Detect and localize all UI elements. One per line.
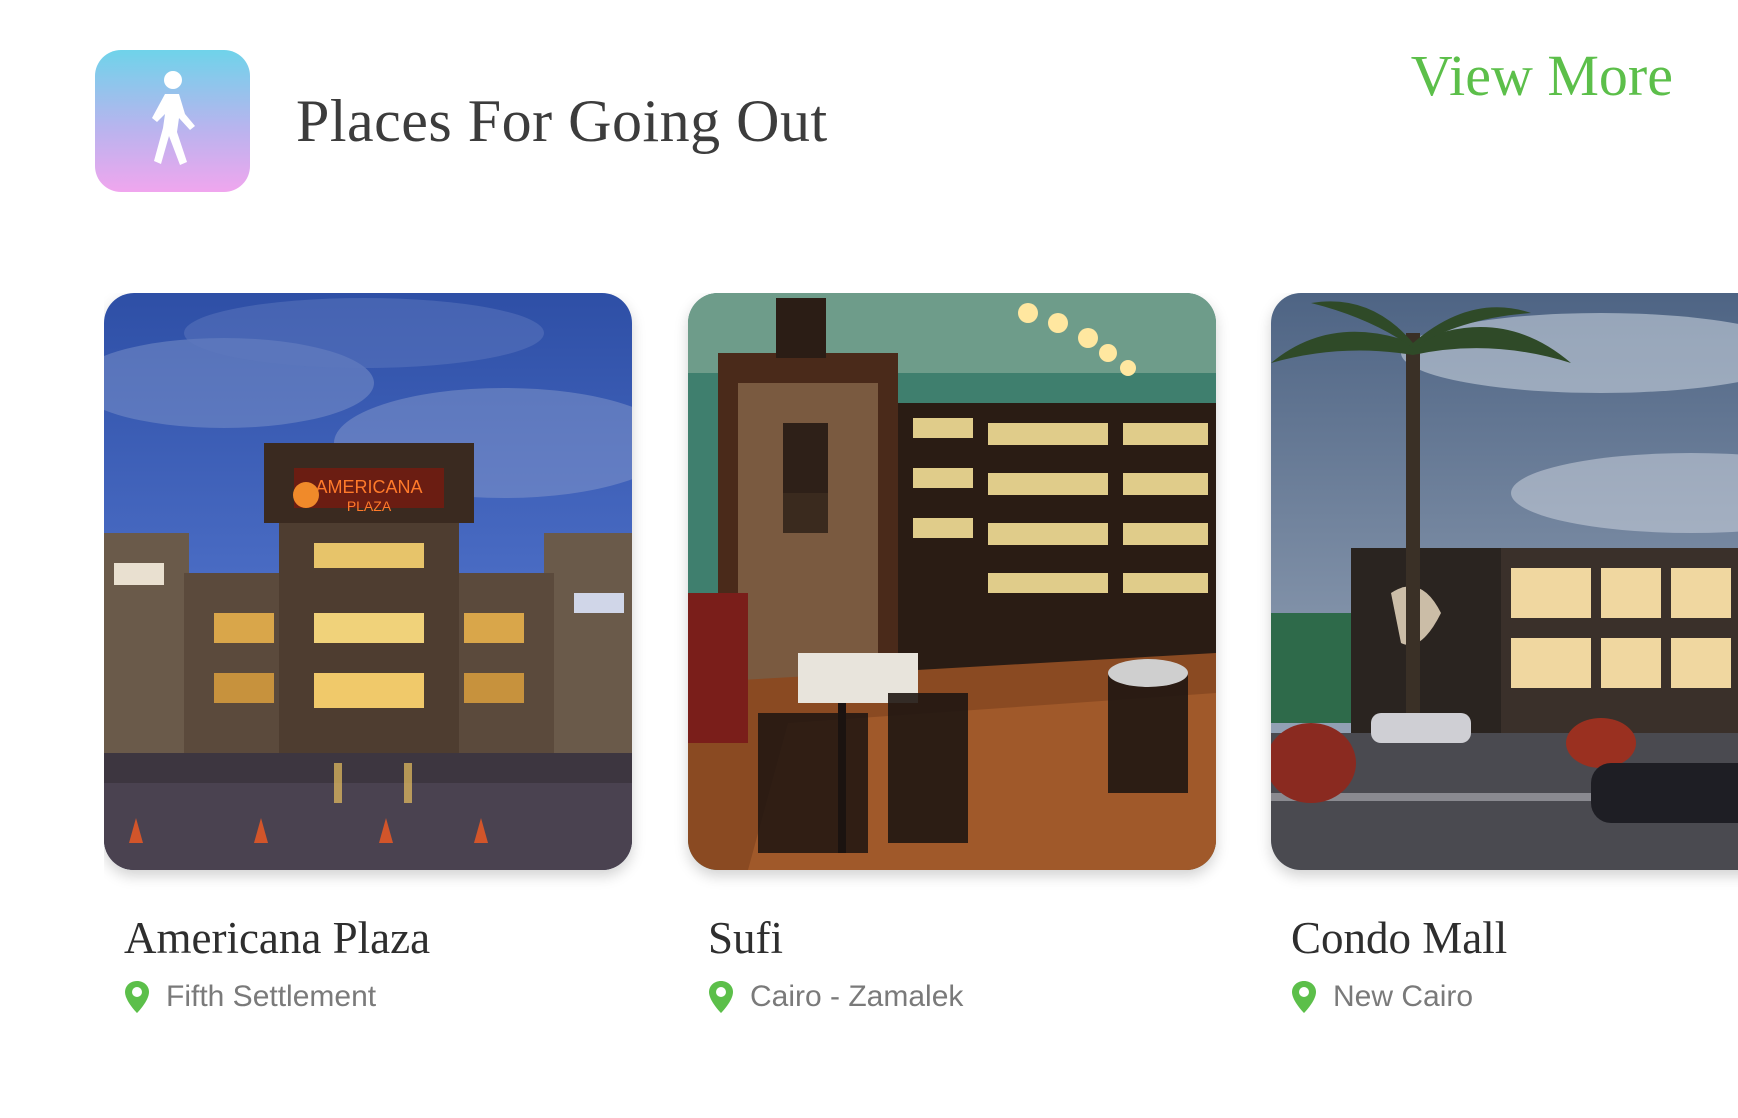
map-pin-icon xyxy=(1292,981,1316,1013)
place-location: Fifth Settlement xyxy=(124,980,632,1014)
place-name: Condo Mall xyxy=(1291,913,1508,963)
place-card[interactable]: Sufi Cairo - Zamalek xyxy=(688,293,1216,1014)
place-name: Sufi xyxy=(708,913,784,963)
places-section: Places For Going Out View More AMERICANA… xyxy=(0,0,1738,1118)
place-name: Americana Plaza xyxy=(124,913,431,963)
walking-person-icon xyxy=(95,50,250,192)
svg-text:AMERICANA: AMERICANA xyxy=(315,477,422,497)
place-image[interactable]: AMERICANA PLAZA xyxy=(104,293,632,870)
places-carousel[interactable]: AMERICANA PLAZA Americana Plaza Fifth Se… xyxy=(104,293,1738,1033)
place-location-text: New Cairo xyxy=(1333,980,1474,1013)
place-location: New Cairo xyxy=(1291,980,1738,1014)
place-card[interactable]: Condo Mall New Cairo xyxy=(1271,293,1738,1014)
place-location: Cairo - Zamalek xyxy=(708,980,1216,1014)
place-location-text: Cairo - Zamalek xyxy=(750,980,964,1013)
section-title: Places For Going Out xyxy=(296,87,828,154)
place-location-text: Fifth Settlement xyxy=(166,980,377,1013)
map-pin-icon xyxy=(125,981,149,1013)
view-more-link[interactable]: View More xyxy=(1411,42,1673,109)
map-pin-icon xyxy=(709,981,733,1013)
place-card[interactable]: AMERICANA PLAZA Americana Plaza Fifth Se… xyxy=(104,293,632,1014)
svg-text:PLAZA: PLAZA xyxy=(347,498,392,514)
place-image[interactable] xyxy=(688,293,1216,870)
place-image[interactable] xyxy=(1271,293,1738,870)
